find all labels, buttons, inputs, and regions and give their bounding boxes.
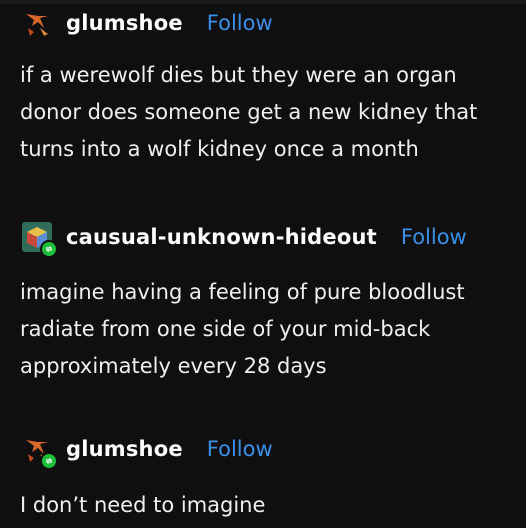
username[interactable]: glumshoe <box>66 437 183 461</box>
avatar[interactable] <box>22 434 58 470</box>
follow-button[interactable]: Follow <box>401 225 467 249</box>
post-text-line: if a werewolf dies but they were an orga… <box>20 63 457 87</box>
post-text-line: turns into a wolf kidney once a month <box>20 137 419 161</box>
post-text-line: imagine having a feeling of pure bloodlu… <box>20 280 465 304</box>
reblog-icon <box>40 452 58 470</box>
post-body-2: imagine having a feeling of pure bloodlu… <box>20 274 508 385</box>
follow-button[interactable]: Follow <box>207 437 273 461</box>
avatar[interactable] <box>22 8 52 38</box>
post-text-line: donor does someone get a new kidney that <box>20 100 478 124</box>
dashboard-frame: glumshoe Follow if a werewolf dies but t… <box>0 0 526 528</box>
username[interactable]: causual-unknown-hideout <box>66 225 377 249</box>
follow-button[interactable]: Follow <box>207 11 273 35</box>
username[interactable]: glumshoe <box>66 11 183 35</box>
post-body-3: I don’t need to imagine <box>20 487 508 524</box>
post-header-1: glumshoe Follow <box>22 8 273 38</box>
post-text-line: radiate from one side of your mid-back <box>20 317 431 341</box>
fox-avatar-icon <box>26 14 48 36</box>
reblog-icon <box>40 240 58 258</box>
post-body-1: if a werewolf dies but they were an orga… <box>20 57 508 168</box>
post-text-line: I don’t need to imagine <box>20 493 266 517</box>
post-header-2: causual-unknown-hideout Follow <box>22 222 467 258</box>
avatar[interactable] <box>22 222 58 258</box>
post-text-line: approximately every 28 days <box>20 354 327 378</box>
post-header-3: glumshoe Follow <box>22 434 273 470</box>
